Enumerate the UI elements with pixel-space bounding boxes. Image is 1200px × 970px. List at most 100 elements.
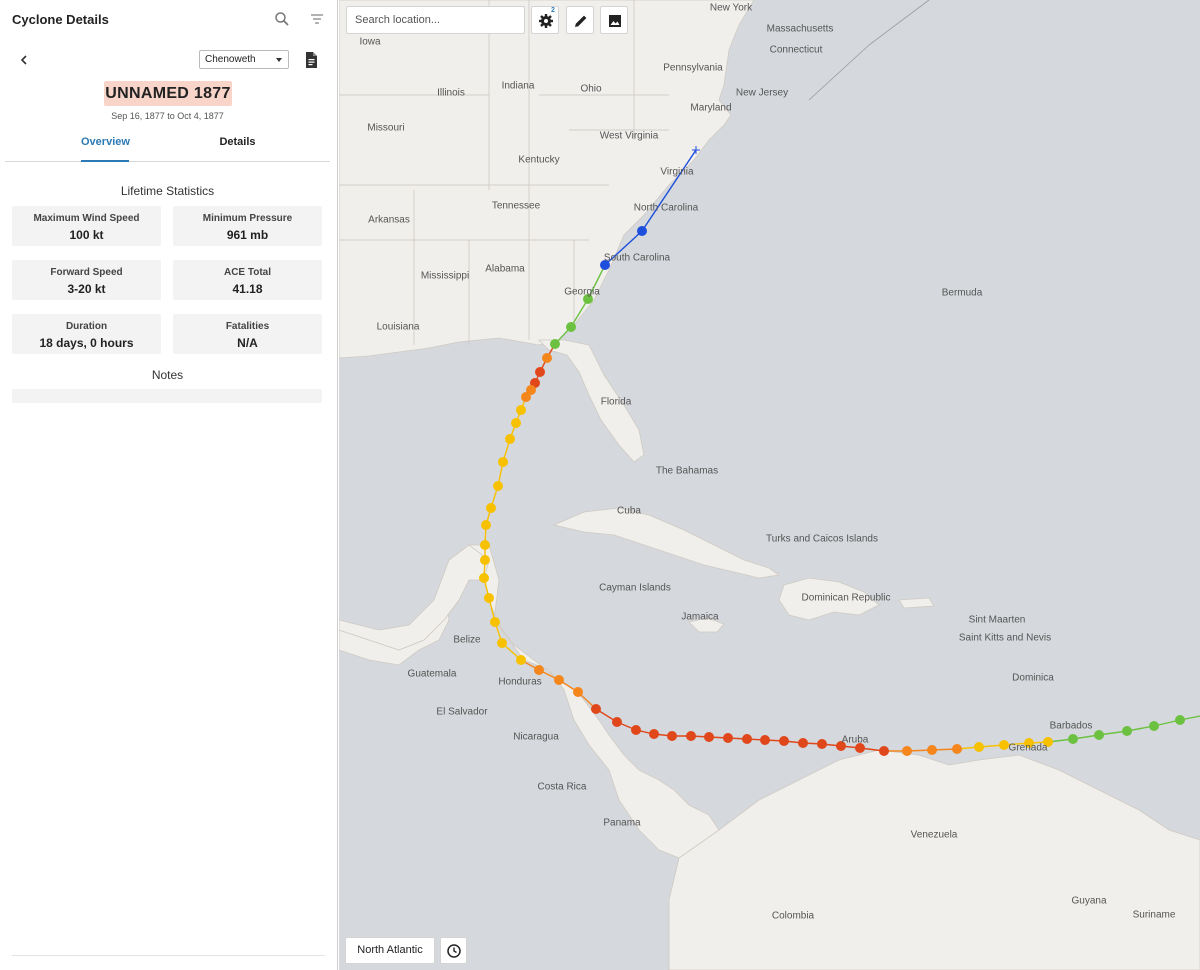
search-icon[interactable] (274, 11, 290, 27)
map-label: Dominican Republic (801, 592, 891, 604)
track-point[interactable] (686, 731, 696, 741)
map-label: Grenada (1008, 742, 1048, 754)
track-point[interactable] (742, 734, 752, 744)
settings-badge: 2 (551, 7, 555, 14)
track-point[interactable] (554, 675, 564, 685)
settings-button[interactable]: 2 (531, 6, 559, 34)
export-image-button[interactable] (600, 6, 628, 34)
track-point[interactable] (649, 729, 659, 739)
map-label: Honduras (498, 676, 542, 688)
timeline-button[interactable] (440, 937, 467, 964)
track-point[interactable] (902, 746, 912, 756)
track-point[interactable] (999, 740, 1009, 750)
stat-fatalities: Fatalities N/A (173, 314, 322, 354)
track-point[interactable] (534, 665, 544, 675)
track-point[interactable] (521, 392, 531, 402)
stat-value: 3-20 kt (67, 282, 106, 296)
map-label: Alabama (485, 263, 525, 275)
track-point[interactable] (550, 339, 560, 349)
stat-duration: Duration 18 days, 0 hours (12, 314, 161, 354)
track-point[interactable] (566, 322, 576, 332)
track-point[interactable] (760, 735, 770, 745)
map-label: Belize (453, 634, 481, 646)
map-label: Missouri (367, 122, 405, 134)
track-point[interactable] (486, 503, 496, 513)
track-point[interactable] (516, 655, 526, 665)
map-label: The Bahamas (655, 465, 719, 477)
stat-forward-speed: Forward Speed 3-20 kt (12, 260, 161, 300)
map-label: Indiana (501, 80, 535, 92)
map-label: Suriname (1132, 909, 1176, 921)
map-label: Jamaica (681, 611, 719, 623)
basin-selector-button[interactable]: North Atlantic (345, 937, 435, 964)
tab-bar: Overview Details (5, 128, 330, 162)
cyclone-details-panel: Cyclone Details Chenoweth UNNAMED 1877 S… (0, 0, 338, 970)
track-point[interactable] (511, 418, 521, 428)
map-label: Sint Maarten (968, 614, 1026, 626)
track-point[interactable] (505, 434, 515, 444)
track-point[interactable] (1149, 721, 1159, 731)
map-label: Massachusetts (766, 23, 834, 35)
track-point[interactable] (479, 573, 489, 583)
track-point[interactable] (498, 457, 508, 467)
stat-value: 961 mb (226, 228, 269, 242)
track-point[interactable] (490, 617, 500, 627)
track-point[interactable] (723, 733, 733, 743)
stat-value: 18 days, 0 hours (39, 336, 134, 350)
stat-min-pressure: Minimum Pressure 961 mb (173, 206, 322, 246)
track-point[interactable] (542, 353, 552, 363)
track-point[interactable] (1094, 730, 1104, 740)
pencil-icon (575, 15, 587, 27)
track-point[interactable] (779, 736, 789, 746)
clock-icon (447, 944, 461, 958)
track-point[interactable] (484, 593, 494, 603)
track-point[interactable] (481, 520, 491, 530)
source-dropdown[interactable]: Chenoweth (199, 50, 289, 69)
map-label: Tennessee (491, 200, 541, 212)
track-point[interactable] (480, 540, 490, 550)
tab-overview[interactable]: Overview (81, 128, 130, 162)
track-point[interactable] (497, 638, 507, 648)
tab-details[interactable]: Details (215, 128, 260, 162)
back-button[interactable] (14, 50, 34, 70)
map-label: Virginia (660, 166, 694, 178)
track-point[interactable] (952, 744, 962, 754)
track-point[interactable] (535, 367, 545, 377)
track-point[interactable] (516, 405, 526, 415)
track-point[interactable] (974, 742, 984, 752)
map-label: Arkansas (368, 214, 410, 226)
track-point[interactable] (1122, 726, 1132, 736)
track-point[interactable] (817, 739, 827, 749)
track-point[interactable] (667, 731, 677, 741)
track-point[interactable] (1068, 734, 1078, 744)
track-point[interactable] (573, 687, 583, 697)
map-label: Guyana (1071, 895, 1107, 907)
track-point[interactable] (612, 717, 622, 727)
track-point[interactable] (637, 226, 647, 236)
map-label: Pennsylvania (663, 62, 723, 74)
map-view[interactable]: New York Massachusetts Connecticut Iowa Penn… (339, 0, 1200, 970)
track-point[interactable] (798, 738, 808, 748)
filter-icon[interactable] (309, 11, 325, 27)
document-icon[interactable] (303, 51, 319, 69)
stat-label: Maximum Wind Speed (33, 213, 140, 224)
track-point[interactable] (493, 481, 503, 491)
map-label: Turks and Caicos Islands (766, 533, 878, 545)
track-point[interactable] (480, 555, 490, 565)
track-point[interactable] (591, 704, 601, 714)
image-icon (609, 15, 621, 27)
track-point[interactable] (879, 746, 889, 756)
draw-button[interactable] (566, 6, 594, 34)
track-point[interactable] (631, 725, 641, 735)
map-label: Aruba (841, 734, 869, 746)
track-point[interactable] (927, 745, 937, 755)
map-label: West Virginia (599, 130, 659, 142)
map-label: Nicaragua (513, 731, 559, 743)
notes-box (12, 389, 322, 403)
stat-label: ACE Total (223, 267, 272, 278)
map-label: Saint Kitts and Nevis (958, 632, 1052, 644)
map-label: Florida (600, 396, 632, 408)
track-point[interactable] (1175, 715, 1185, 725)
search-location-input[interactable] (346, 6, 525, 34)
track-point[interactable] (704, 732, 714, 742)
